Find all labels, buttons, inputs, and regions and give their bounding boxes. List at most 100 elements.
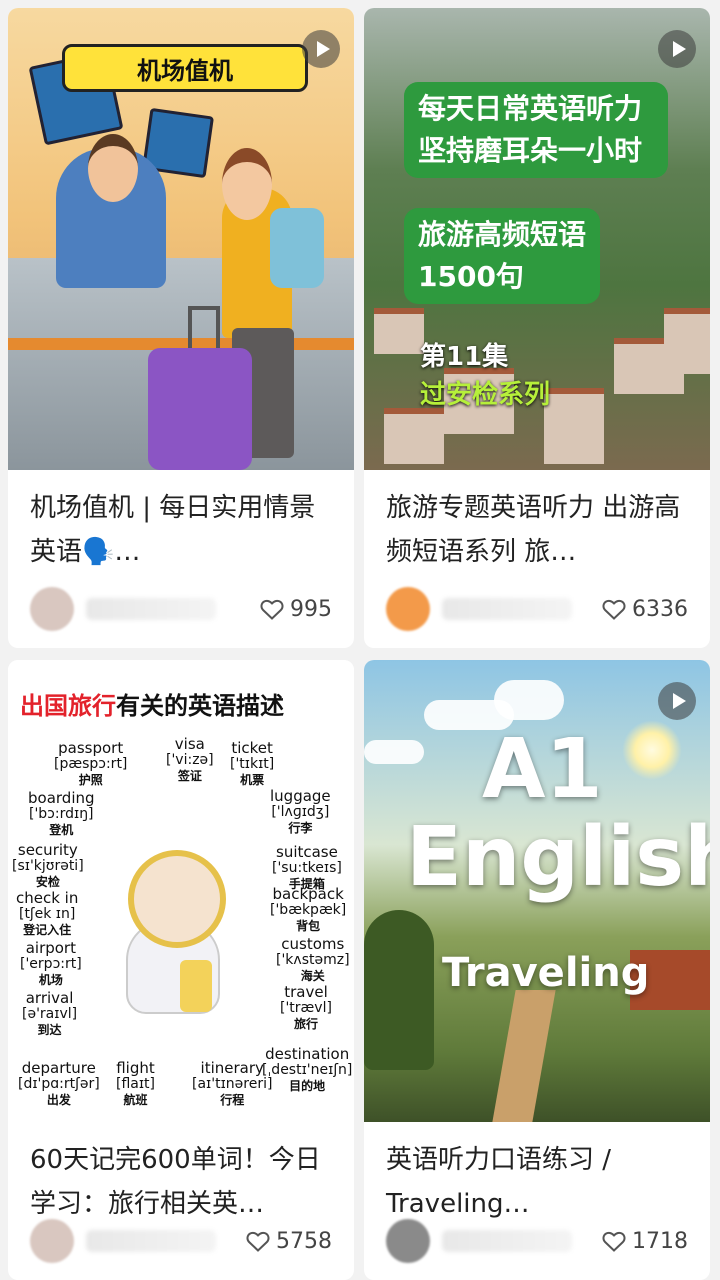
card-meta: 995: [8, 570, 354, 648]
vocab-en: airport: [25, 939, 76, 957]
avatar[interactable]: [30, 587, 74, 631]
header-red: 出国旅行: [20, 692, 116, 720]
language-title: English: [406, 810, 710, 905]
like-button[interactable]: 5758: [246, 1229, 332, 1254]
cloud-illustration: [494, 680, 564, 720]
vocab-item: backpack ['bækpæk] 背包: [270, 886, 346, 934]
vocab-item: itinerary [aɪ'tɪnəreri] 行程: [192, 1060, 272, 1108]
vocab-item: arrival [ə'raɪvl] 到达: [22, 990, 77, 1038]
thumbnail-label: 机场值机: [62, 44, 308, 92]
video-thumbnail[interactable]: A1 English Traveling: [364, 660, 710, 1122]
vocab-ipa: [ə'raɪvl]: [22, 1006, 78, 1022]
vocab-en: customs: [281, 935, 345, 953]
vocab-item: customs ['kʌstəmz] 海关: [276, 936, 350, 984]
house-illustration: [384, 408, 444, 464]
vocab-zh: 登记入住: [23, 923, 72, 937]
video-title[interactable]: 机场值机 | 每日实用情景英语🗣️…: [8, 470, 354, 574]
like-button[interactable]: 995: [260, 597, 332, 622]
author-name[interactable]: [86, 1230, 216, 1252]
vocab-item: passport [pæspɔ:rt] 护照: [54, 740, 127, 788]
vocab-item: check in [tʃek ɪn] 登记入住: [16, 890, 78, 938]
vocab-zh: 海关: [300, 969, 325, 983]
vocab-ipa: ['bɔ:rdɪŋ]: [28, 806, 94, 822]
tree-illustration: [364, 910, 434, 1070]
video-card[interactable]: 每天日常英语听力坚持磨耳朵一小时 旅游高频短语1500句 第11集 过安检系列 …: [364, 8, 710, 648]
video-thumbnail[interactable]: 出国旅行有关的英语描述 passport [pæspɔ:rt] 护照 visa ['vi…: [8, 660, 354, 1122]
path-illustration: [492, 990, 556, 1122]
video-title[interactable]: 旅游专题英语听力 出游高频短语系列 旅…: [364, 470, 710, 574]
vocab-zh: 行李: [288, 821, 313, 835]
video-card[interactable]: A1 English Traveling 英语听力口语练习 / Travelin…: [364, 660, 710, 1280]
vocab-zh: 行程: [220, 1093, 245, 1107]
vocab-zh: 背包: [296, 919, 321, 933]
play-icon[interactable]: [658, 30, 696, 68]
like-button[interactable]: 1718: [602, 1229, 688, 1254]
avatar[interactable]: [386, 587, 430, 631]
vocab-item: departure [dɪ'pɑ:rtʃər] 出发: [18, 1060, 100, 1108]
vocab-zh: 到达: [37, 1023, 62, 1037]
vocab-item: visa ['vi:zə] 签证: [166, 736, 214, 784]
vocab-zh: 机票: [240, 773, 265, 787]
vocab-en: suitcase: [276, 843, 338, 861]
play-icon[interactable]: [302, 30, 340, 68]
avatar[interactable]: [386, 1219, 430, 1263]
vocab-en: boarding: [28, 789, 95, 807]
video-card[interactable]: 机场值机 机场值机 | 每日实用情景英语🗣️… 995: [8, 8, 354, 648]
like-count: 5758: [276, 1228, 332, 1254]
video-card[interactable]: 出国旅行有关的英语描述 passport [pæspɔ:rt] 护照 visa ['vi…: [8, 660, 354, 1280]
vocab-en: backpack: [272, 885, 344, 903]
vocab-en: security: [17, 841, 78, 859]
vocab-en: flight: [116, 1059, 155, 1077]
suitcase-illustration: [148, 348, 252, 470]
like-count: 6336: [632, 596, 688, 622]
play-icon[interactable]: [658, 682, 696, 720]
vocab-ipa: [ˌdestɪ'neɪʃn]: [262, 1062, 353, 1078]
vocab-ipa: ['vi:zə]: [166, 752, 214, 768]
vocab-item: security [sɪ'kjʊrəti] 安检: [12, 842, 84, 890]
like-count: 995: [290, 596, 332, 622]
vocab-zh: 目的地: [289, 1079, 326, 1093]
vocab-zh: 安检: [35, 875, 60, 889]
house-illustration: [374, 308, 424, 354]
vocab-item: airport ['erpɔ:rt] 机场: [20, 940, 82, 988]
card-meta: 5758: [8, 1202, 354, 1280]
vocab-zh: 登机: [49, 823, 74, 837]
like-button[interactable]: 6336: [602, 597, 688, 622]
vocab-ipa: [tʃek ɪn]: [18, 906, 76, 922]
like-count: 1718: [632, 1228, 688, 1254]
episode-label: 第11集: [420, 342, 509, 372]
vocab-en: itinerary: [200, 1059, 264, 1077]
vocab-zh: 航班: [123, 1093, 148, 1107]
avatar[interactable]: [30, 1219, 74, 1263]
vocab-en: departure: [21, 1059, 96, 1077]
heart-outline-icon: [602, 1231, 626, 1252]
video-thumbnail[interactable]: 机场值机: [8, 8, 354, 470]
vocab-item: luggage ['lʌɡɪdʒ] 行李: [270, 788, 331, 836]
girl-head-illustration: [128, 850, 226, 948]
cloud-illustration: [364, 740, 424, 764]
author-name[interactable]: [442, 598, 572, 620]
header-black: 有关的英语描述: [116, 692, 284, 720]
video-thumbnail[interactable]: 每天日常英语听力坚持磨耳朵一小时 旅游高频短语1500句 第11集 过安检系列: [364, 8, 710, 470]
vocab-item: destination [ˌdestɪ'neɪʃn] 目的地: [262, 1046, 352, 1094]
vocab-item: travel ['trævl] 旅行: [280, 984, 332, 1032]
vocab-en: arrival: [25, 989, 74, 1007]
author-name[interactable]: [442, 1230, 572, 1252]
author-name[interactable]: [86, 598, 216, 620]
vocab-zh: 签证: [177, 769, 202, 783]
vocab-zh: 旅行: [293, 1017, 318, 1031]
vocab-ipa: [flaɪt]: [116, 1076, 156, 1092]
series-label: 过安检系列: [420, 380, 551, 410]
vocab-ipa: ['bækpæk]: [270, 902, 347, 918]
vocab-zh: 护照: [78, 773, 103, 787]
vocab-ipa: [sɪ'kjʊrəti]: [12, 858, 84, 874]
suitcase-illustration: [180, 960, 212, 1012]
vocab-en: check in: [16, 889, 79, 907]
backpack-illustration: [270, 208, 324, 288]
heart-outline-icon: [246, 1231, 270, 1252]
vocab-ipa: ['trævl]: [280, 1000, 332, 1016]
vocab-ipa: [pæspɔ:rt]: [54, 756, 128, 772]
house-illustration: [544, 388, 604, 464]
topic-title: Traveling: [442, 950, 650, 996]
vocab-zh: 机场: [38, 973, 63, 987]
